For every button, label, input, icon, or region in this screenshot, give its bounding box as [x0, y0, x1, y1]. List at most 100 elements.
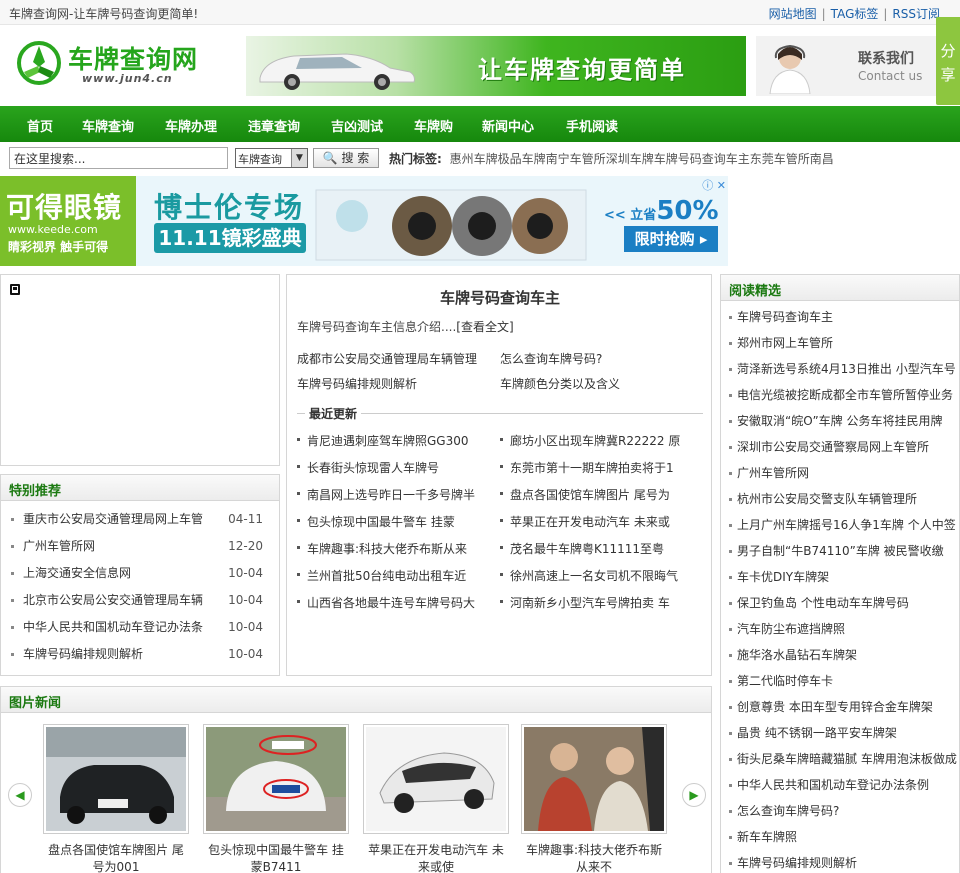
- photo-news-item[interactable]: 盘点各国使馆车牌图片 尾号为001: [43, 724, 189, 873]
- jobs-gates-photo: [524, 727, 664, 831]
- list-item[interactable]: 北京市公安局公安交通管理局车辆 10-04: [9, 587, 271, 614]
- list-item[interactable]: 第二代临时停车卡: [729, 668, 959, 694]
- hot-tag[interactable]: 惠州车牌: [450, 152, 498, 166]
- rss-link[interactable]: RSS订阅: [892, 7, 940, 21]
- list-item[interactable]: 施华洛水晶钻石车牌架: [729, 642, 959, 668]
- list-item[interactable]: 重庆市公安局交通管理局网上车管 04-11: [9, 506, 271, 533]
- search-type-select[interactable]: 车牌查询 ▼: [235, 148, 308, 168]
- related-link[interactable]: 车牌号码编排规则解析: [297, 375, 417, 392]
- photo-news-item[interactable]: 包头惊现中国最牛警车 挂蒙B7411: [203, 724, 349, 873]
- prev-arrow-icon[interactable]: ◀: [8, 783, 32, 807]
- list-item[interactable]: 徐州高速上一名女司机不限晦气: [500, 567, 695, 584]
- search-input[interactable]: [9, 147, 228, 169]
- ad-headline: 博士伦专场: [154, 191, 305, 224]
- list-item[interactable]: 安徽取消“皖O”车牌 公务车将挂民用牌: [729, 408, 959, 434]
- list-item[interactable]: 汽车防尘布遮挡牌照: [729, 616, 959, 642]
- list-item[interactable]: 菏泽新选号系统4月13日推出 小型汽车号: [729, 356, 959, 382]
- list-item[interactable]: 深圳市公安局交通警察局网上车管所: [729, 434, 959, 460]
- related-link[interactable]: 怎么查询车牌号码?: [500, 350, 602, 367]
- hot-tag[interactable]: 车牌号码查询车主: [654, 152, 750, 166]
- list-item[interactable]: 包头惊现中国最牛警车 挂蒙: [297, 513, 492, 530]
- ad-brand: 可得眼镜: [6, 191, 123, 224]
- list-item[interactable]: 电信光缆被挖断成都全市车管所暂停业务: [729, 382, 959, 408]
- reading-picks-panel: 阅读精选 车牌号码查询车主 郑州市网上车管所 菏泽新选号系统4月13日推出 小型…: [720, 274, 960, 873]
- list-item[interactable]: 广州车管所网 12-20: [9, 533, 271, 560]
- list-item[interactable]: 廊坊小区出现车牌冀R22222 原: [500, 432, 695, 449]
- tag-link[interactable]: TAG标签: [831, 7, 879, 21]
- list-item[interactable]: 车牌号码编排规则解析: [729, 850, 959, 873]
- ad-choices-icon[interactable]: ⓘ ✕: [702, 177, 726, 193]
- header-banner[interactable]: 让车牌查询更简单: [246, 36, 746, 96]
- nav-violation-query[interactable]: 违章查询: [248, 116, 300, 135]
- list-item[interactable]: 长春街头惊现雷人车牌号: [297, 459, 492, 476]
- sitemap-link[interactable]: 网站地图: [769, 7, 817, 21]
- list-item[interactable]: 茂名最牛车牌粤K11111至粤: [500, 540, 695, 557]
- nav-plate-apply[interactable]: 车牌办理: [165, 116, 217, 135]
- nav-news[interactable]: 新闻中心: [482, 116, 534, 135]
- list-item[interactable]: 创意尊贵 本田车型专用锌合金车牌架: [729, 694, 959, 720]
- photo-caption: 苹果正在开发电动汽车 未来或使: [368, 843, 504, 873]
- hot-tag[interactable]: 东莞车管所: [750, 152, 810, 166]
- list-item[interactable]: 上月广州车牌摇号16人争1车牌 个人中签: [729, 512, 959, 538]
- photo-caption: 盘点各国使馆车牌图片 尾号为001: [48, 843, 184, 873]
- featured-title[interactable]: 车牌号码查询车主: [287, 287, 713, 308]
- customer-service-icon: [769, 44, 811, 94]
- logo-url: www.jun4.cn: [82, 72, 173, 85]
- top-bar: 车牌查询网-让车牌号码查询更简单! 网站地图 | TAG标签 | RSS订阅: [0, 0, 960, 25]
- nav-plate-query[interactable]: 车牌查询: [82, 116, 134, 135]
- list-item[interactable]: 山西省各地最牛连号车牌号码大: [297, 594, 492, 611]
- list-item[interactable]: 河南新乡小型汽车号牌拍卖 车: [500, 594, 695, 611]
- list-item[interactable]: 上海交通安全信息网 10-04: [9, 560, 271, 587]
- nav-home[interactable]: 首页: [27, 116, 53, 135]
- ad-banner[interactable]: 可得眼镜 www.keede.com 睛彩视界 触手可得 博士伦专场 11.11…: [0, 176, 728, 266]
- list-item[interactable]: 保卫钓鱼岛 个性电动车车牌号码: [729, 590, 959, 616]
- list-item[interactable]: 南昌网上选号昨日一千多号牌半: [297, 486, 492, 503]
- photo-news-item[interactable]: 苹果正在开发电动汽车 未来或使: [363, 724, 509, 873]
- left-media-panel: [0, 274, 280, 466]
- recent-updates-header: 最近更新: [297, 405, 703, 422]
- read-more-link[interactable]: [查看全文]: [456, 320, 513, 334]
- site-logo[interactable]: 车牌查询网 www.jun4.cn: [14, 38, 204, 92]
- photo-news-item[interactable]: 车牌趣事:科技大佬乔布斯从来不: [521, 724, 667, 873]
- photo-thumbnail: [203, 724, 349, 834]
- list-item[interactable]: 车牌趣事:科技大佬乔布斯从来: [297, 540, 492, 557]
- list-item[interactable]: 车卡优DIY车牌架: [729, 564, 959, 590]
- list-item[interactable]: 晶贵 纯不锈钢一路平安车牌架: [729, 720, 959, 746]
- list-item[interactable]: 怎么查询车牌号码?: [729, 798, 959, 824]
- hot-tag[interactable]: 极品车牌: [498, 152, 546, 166]
- hot-tag[interactable]: 南宁车管所: [546, 152, 606, 166]
- list-item[interactable]: 肯尼迪遇刺座驾车牌照GG300: [297, 432, 492, 449]
- list-item[interactable]: 广州车管所网: [729, 460, 959, 486]
- hot-tag[interactable]: 南昌: [810, 152, 834, 166]
- ad-buy-button[interactable]: 限时抢购 ▸: [624, 226, 718, 252]
- list-item[interactable]: 东莞市第十一期车牌拍卖将于1: [500, 459, 695, 476]
- list-item[interactable]: 苹果正在开发电动汽车 未来或: [500, 513, 695, 530]
- list-item[interactable]: 盘点各国使馆车牌图片 尾号为: [500, 486, 695, 503]
- share-tab[interactable]: 分享: [936, 17, 960, 105]
- contact-us-banner[interactable]: 联系我们 Contact us: [756, 36, 936, 96]
- related-link[interactable]: 成都市公安局交通管理局车辆管理: [297, 350, 477, 367]
- search-button[interactable]: 🔍 搜 索: [313, 148, 379, 168]
- car-image: [259, 53, 415, 90]
- list-item[interactable]: 中华人民共和国机动车登记办法条例: [729, 772, 959, 798]
- list-item[interactable]: 车牌号码查询车主: [729, 304, 959, 330]
- list-item[interactable]: 街头尼桑车牌暗藏猫腻 车牌用泡沫板做成: [729, 746, 959, 772]
- list-item[interactable]: 杭州市公安局交警支队车辆管理所: [729, 486, 959, 512]
- list-item[interactable]: 中华人民共和国机动车登记办法条 10-04: [9, 614, 271, 641]
- ad-brand-url: www.keede.com: [8, 223, 98, 236]
- hot-tag[interactable]: 深圳车牌: [606, 152, 654, 166]
- list-item[interactable]: 男子自制“牛B74110”车牌 被民警收缴: [729, 538, 959, 564]
- photo-caption: 包头惊现中国最牛警车 挂蒙B7411: [208, 843, 344, 873]
- next-arrow-icon[interactable]: ▶: [682, 783, 706, 807]
- ad-save-label: << 立省: [604, 208, 657, 223]
- list-item[interactable]: 新车车牌照: [729, 824, 959, 850]
- nav-plate-shop[interactable]: 车牌购: [414, 116, 453, 135]
- list-item[interactable]: 车牌号码编排规则解析 10-04: [9, 641, 271, 668]
- hot-tags: 热门标签: 惠州车牌极品车牌南宁车管所深圳车牌车牌号码查询车主东莞车管所南昌: [389, 150, 834, 167]
- list-item[interactable]: 郑州市网上车管所: [729, 330, 959, 356]
- photo-thumbnail: [521, 724, 667, 834]
- nav-mobile[interactable]: 手机阅读: [566, 116, 618, 135]
- related-link[interactable]: 车牌颜色分类以及含义: [500, 375, 620, 392]
- nav-fortune-test[interactable]: 吉凶测试: [331, 116, 383, 135]
- list-item[interactable]: 兰州首批50台纯电动出租车近: [297, 567, 492, 584]
